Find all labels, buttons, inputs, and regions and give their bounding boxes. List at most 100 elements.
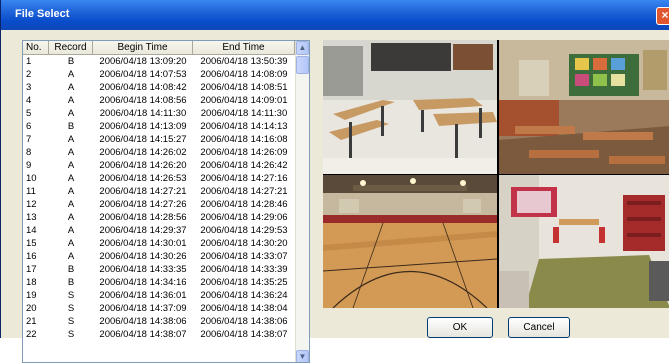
row-begin-time: 2006/04/18 14:37:09 (99, 303, 187, 314)
table-row[interactable]: 10 A 2006/04/18 14:26:53 2006/04/18 14:27:1… (23, 172, 295, 185)
row-record-type: A (67, 69, 75, 80)
table-row[interactable]: 1 B 2006/04/18 13:09:20 2006/04/18 13:50:39 (23, 55, 295, 68)
row-begin-time: 2006/04/18 14:36:01 (99, 290, 187, 301)
row-record-type: S (67, 329, 75, 340)
column-header-record[interactable]: Record (49, 41, 93, 55)
table-row[interactable]: 17 B 2006/04/18 14:33:35 2006/04/18 14:33:3… (23, 263, 295, 276)
row-record-type: A (67, 147, 75, 158)
row-number: 3 (26, 82, 32, 93)
row-record-type: B (67, 121, 75, 132)
row-end-time: 2006/04/18 14:26:09 (200, 147, 288, 158)
scroll-up-icon[interactable]: ▲ (296, 41, 309, 55)
title-bar[interactable]: File Select × (1, 0, 669, 30)
row-begin-time: 2006/04/18 14:08:42 (99, 82, 187, 93)
row-begin-time: 2006/04/18 14:30:01 (99, 238, 187, 249)
row-record-type: A (67, 160, 75, 171)
row-begin-time: 2006/04/18 14:28:56 (99, 212, 187, 223)
table-row[interactable]: 18 B 2006/04/18 14:34:16 2006/04/18 14:35:2… (23, 276, 295, 289)
row-number: 19 (26, 290, 37, 301)
table-row[interactable]: 20 S 2006/04/18 14:37:09 2006/04/18 14:38:0… (23, 302, 295, 315)
row-record-type: A (67, 251, 75, 262)
row-end-time: 2006/04/18 14:38:04 (200, 303, 288, 314)
table-row[interactable]: 7 A 2006/04/18 14:15:27 2006/04/18 14:16:08 (23, 133, 295, 146)
row-number: 16 (26, 251, 37, 262)
row-begin-time: 2006/04/18 14:38:06 (99, 316, 187, 327)
row-end-time: 2006/04/18 14:14:13 (200, 121, 288, 132)
scroll-thumb[interactable] (296, 56, 309, 74)
close-icon[interactable]: × (656, 7, 669, 25)
row-begin-time: 2006/04/18 14:34:16 (99, 277, 187, 288)
window-title: File Select (15, 8, 70, 20)
row-record-type: S (67, 290, 75, 301)
table-row[interactable]: 13 A 2006/04/18 14:28:56 2006/04/18 14:29:0… (23, 211, 295, 224)
row-record-type: S (67, 303, 75, 314)
row-number: 8 (26, 147, 32, 158)
row-number: 15 (26, 238, 37, 249)
table-row[interactable]: 22 S 2006/04/18 14:38:07 2006/04/18 14:38:0… (23, 328, 295, 341)
file-select-dialog: File Select × No. Record Begin Time End … (0, 0, 669, 363)
row-number: 21 (26, 316, 37, 327)
row-begin-time: 2006/04/18 14:30:26 (99, 251, 187, 262)
row-number: 13 (26, 212, 37, 223)
row-begin-time: 2006/04/18 14:11:30 (99, 108, 187, 119)
ok-button[interactable]: OK (427, 317, 493, 338)
row-end-time: 2006/04/18 14:35:25 (200, 277, 288, 288)
row-number: 2 (26, 69, 32, 80)
table-row[interactable]: 6 B 2006/04/18 14:13:09 2006/04/18 14:14:13 (23, 120, 295, 133)
column-header-end-time[interactable]: End Time (193, 41, 295, 55)
row-end-time: 2006/04/18 14:38:06 (200, 316, 288, 327)
table-row[interactable]: 4 A 2006/04/18 14:08:56 2006/04/18 14:09:01 (23, 94, 295, 107)
row-end-time: 2006/04/18 14:38:07 (200, 329, 288, 340)
row-begin-time: 2006/04/18 14:26:20 (99, 160, 187, 171)
scroll-down-icon[interactable]: ▼ (296, 350, 309, 362)
row-record-type: A (67, 199, 75, 210)
list-header: No. Record Begin Time End Time (23, 41, 295, 55)
column-header-no[interactable]: No. (23, 41, 49, 55)
row-number: 6 (26, 121, 32, 132)
row-begin-time: 2006/04/18 14:29:37 (99, 225, 187, 236)
table-row[interactable]: 9 A 2006/04/18 14:26:20 2006/04/18 14:26:42 (23, 159, 295, 172)
table-row[interactable]: 15 A 2006/04/18 14:30:01 2006/04/18 14:30:2… (23, 237, 295, 250)
table-row[interactable]: 14 A 2006/04/18 14:29:37 2006/04/18 14:29:5… (23, 224, 295, 237)
row-end-time: 2006/04/18 14:29:06 (200, 212, 288, 223)
row-number: 14 (26, 225, 37, 236)
table-row[interactable]: 3 A 2006/04/18 14:08:42 2006/04/18 14:08:51 (23, 81, 295, 94)
column-header-begin-time[interactable]: Begin Time (93, 41, 193, 55)
row-record-type: B (67, 56, 75, 67)
row-end-time: 2006/04/18 14:11:30 (200, 108, 288, 119)
table-row[interactable]: 12 A 2006/04/18 14:27:26 2006/04/18 14:28:4… (23, 198, 295, 211)
row-end-time: 2006/04/18 14:29:53 (200, 225, 288, 236)
row-record-type: A (67, 82, 75, 93)
row-record-type: A (67, 212, 75, 223)
row-end-time: 2006/04/18 14:27:21 (200, 186, 288, 197)
table-row[interactable]: 5 A 2006/04/18 14:11:30 2006/04/18 14:11:30 (23, 107, 295, 120)
table-row[interactable]: 21 S 2006/04/18 14:38:06 2006/04/18 14:38:0… (23, 315, 295, 328)
row-record-type: A (67, 134, 75, 145)
row-record-type: A (67, 108, 75, 119)
row-record-type: A (67, 225, 75, 236)
camera-view-4 (499, 175, 669, 308)
row-end-time: 2006/04/18 14:09:01 (200, 95, 288, 106)
vertical-scrollbar[interactable]: ▲ ▼ (295, 41, 309, 362)
cancel-button[interactable]: Cancel (508, 317, 570, 338)
row-end-time: 2006/04/18 14:08:51 (200, 82, 288, 93)
row-number: 20 (26, 303, 37, 314)
row-begin-time: 2006/04/18 14:27:26 (99, 199, 187, 210)
video-preview (323, 40, 669, 308)
record-list[interactable]: No. Record Begin Time End Time 1 B 2006/04… (22, 40, 310, 363)
table-row[interactable]: 2 A 2006/04/18 14:07:53 2006/04/18 14:08:09 (23, 68, 295, 81)
row-begin-time: 2006/04/18 14:27:21 (99, 186, 187, 197)
row-number: 12 (26, 199, 37, 210)
table-row[interactable]: 11 A 2006/04/18 14:27:21 2006/04/18 14:27:2… (23, 185, 295, 198)
row-record-type: S (67, 316, 75, 327)
table-row[interactable]: 16 A 2006/04/18 14:30:26 2006/04/18 14:33:0… (23, 250, 295, 263)
row-number: 18 (26, 277, 37, 288)
row-end-time: 2006/04/18 14:26:42 (200, 160, 288, 171)
row-number: 1 (26, 56, 32, 67)
row-begin-time: 2006/04/18 13:09:20 (99, 56, 187, 67)
row-end-time: 2006/04/18 13:50:39 (200, 56, 288, 67)
row-number: 11 (26, 186, 36, 197)
row-number: 7 (26, 134, 32, 145)
table-row[interactable]: 8 A 2006/04/18 14:26:02 2006/04/18 14:26:09 (23, 146, 295, 159)
table-row[interactable]: 19 S 2006/04/18 14:36:01 2006/04/18 14:36:2… (23, 289, 295, 302)
